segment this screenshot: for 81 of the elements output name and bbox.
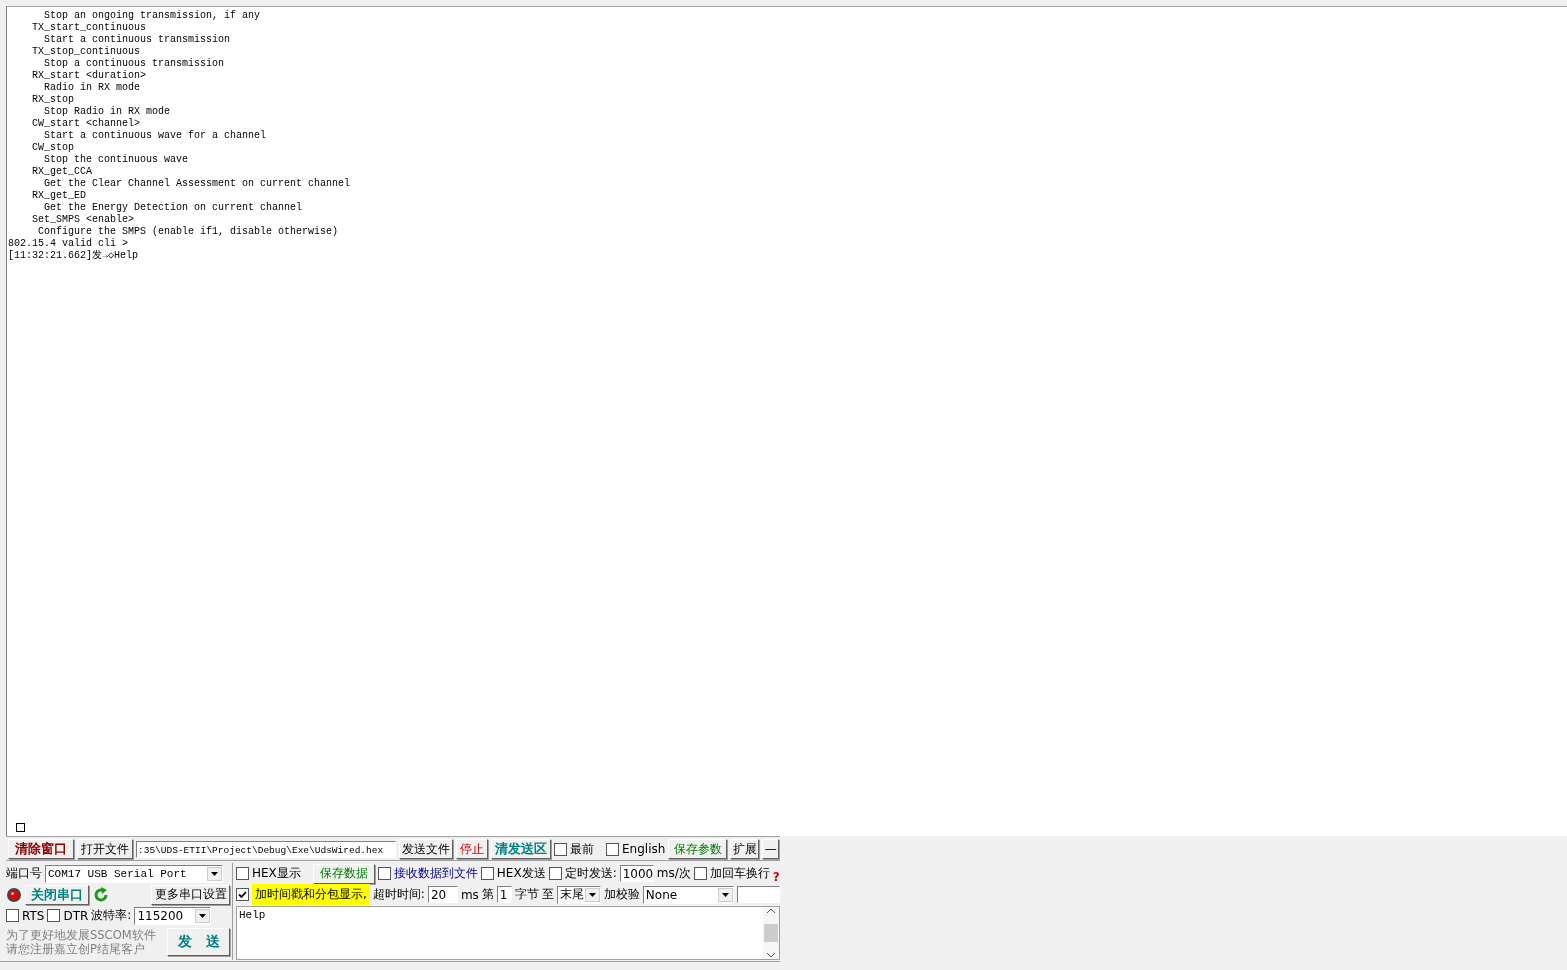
promo-text: 为了更好地发展SSCOM软件	[6, 927, 156, 942]
log-line: Get the Clear Channel Assessment on current channel	[44, 178, 351, 190]
log-line: Set_SMPS <enable>	[32, 214, 135, 226]
checksum-value-field[interactable]	[736, 886, 780, 903]
port-label: 端口号	[6, 865, 42, 882]
timeout-field[interactable]: 20	[427, 886, 458, 903]
help-icon[interactable]: ?	[772, 870, 780, 884]
checksum-select[interactable]: None	[642, 885, 734, 904]
log-line: 802.15.4 valid cli >	[8, 238, 129, 250]
more-port-settings-button[interactable]: 更多串口设置	[151, 884, 230, 905]
log-line: Get the Energy Detection on current channel	[44, 202, 303, 214]
to-label: 至	[541, 886, 554, 903]
checkbox[interactable]	[47, 909, 61, 922]
save-data-button[interactable]: 保存数据	[312, 863, 375, 884]
checkbox-label[interactable]: HEX发送	[496, 865, 546, 882]
checkbox[interactable]	[548, 867, 562, 880]
log-line: Stop Radio in RX mode	[44, 106, 171, 118]
checkbox-label[interactable]: 加回车换行	[709, 865, 770, 882]
checkbox-label[interactable]: 最前	[570, 840, 594, 858]
log-line: Stop a continuous transmission	[44, 58, 225, 70]
open-file-button[interactable]: 打开文件	[77, 839, 133, 859]
checkbox[interactable]	[6, 909, 19, 922]
timeout-unit: ms	[460, 887, 479, 902]
checkbox-label[interactable]: RTS	[22, 908, 45, 923]
clear-window-button[interactable]: 清除窗口	[8, 839, 74, 859]
log-line: [11:32:21.662]发→◇Help	[8, 250, 139, 262]
close-port-button[interactable]: 关闭串口	[25, 884, 89, 905]
interval-field[interactable]: 1000	[619, 865, 654, 882]
log-line: CW_stop	[32, 142, 74, 154]
checkbox-label[interactable]: 接收数据到文件	[393, 865, 478, 882]
checkbox[interactable]	[236, 888, 249, 901]
log-line: Start a continuous transmission	[44, 34, 231, 46]
byte-from-label: 第	[481, 886, 494, 903]
log-line: Stop the continuous wave	[44, 154, 189, 166]
square-icon	[16, 823, 25, 832]
checksum-label: 加校验	[603, 886, 640, 903]
scrollbar-thumb[interactable]	[764, 924, 778, 942]
byte-from-field[interactable]: 1	[496, 886, 512, 903]
checkbox-label[interactable]: DTR	[63, 908, 89, 923]
checkbox-label[interactable]: HEX显示	[252, 865, 301, 882]
log-line: Start a continuous wave for a channel	[44, 130, 267, 142]
checkbox[interactable]	[693, 867, 707, 880]
checkbox[interactable]	[377, 867, 391, 880]
send-button[interactable]: 发 送	[167, 927, 230, 956]
log-line: RX_get_CCA	[32, 166, 92, 178]
send-text-area[interactable]: Help	[236, 906, 780, 960]
log-line: TX_stop_continuous	[32, 46, 141, 58]
record-indicator-icon	[6, 886, 22, 903]
checkbox-label[interactable]: English	[622, 842, 666, 856]
log-line: CW_start <channel>	[32, 118, 141, 130]
timeout-label: 超时时间:	[372, 886, 425, 903]
byte-label: 字节	[514, 886, 539, 903]
checkbox[interactable]	[554, 842, 567, 856]
expand-button[interactable]: 扩展	[730, 839, 760, 859]
checkbox[interactable]	[480, 867, 494, 880]
minimize-button[interactable]: —	[762, 839, 780, 859]
clear-send-button[interactable]: 清发送区	[491, 839, 551, 859]
checkbox[interactable]	[606, 842, 619, 856]
log-line: RX_start <duration>	[32, 70, 147, 82]
log-line: Configure the SMPS (enable if1, disable otherwise)	[38, 226, 339, 238]
refresh-icon[interactable]	[92, 885, 110, 904]
log-line: Stop an ongoing transmission, if any	[44, 10, 261, 22]
checkbox-label[interactable]: 定时发送:	[564, 865, 617, 882]
stop-button[interactable]: 停止	[456, 839, 488, 859]
checkbox-label[interactable]: 加时间戳和分包显示,	[252, 884, 370, 905]
log-line: TX_start_continuous	[32, 22, 147, 34]
log-line: RX_stop	[32, 94, 74, 106]
port-select[interactable]: COM17 USB Serial Port	[45, 864, 223, 883]
log-line: RX_get_ED	[32, 190, 86, 202]
promo-text: 请您注册嘉立创P结尾客户	[6, 941, 146, 956]
file-path-field[interactable]: :35\UDS-ETII\Project\Debug\Exe\UdsWired.hex	[136, 840, 396, 858]
interval-unit: ms/次	[656, 865, 691, 882]
scroll-up-icon[interactable]	[766, 907, 776, 915]
baud-rate-label: 波特率:	[91, 907, 132, 924]
log-line: Radio in RX mode	[44, 82, 140, 94]
send-file-button[interactable]: 发送文件	[399, 839, 453, 859]
byte-to-select[interactable]: 末尾	[556, 885, 601, 904]
save-params-button[interactable]: 保存参数	[668, 839, 728, 859]
checkbox[interactable]	[236, 867, 249, 880]
scroll-down-icon[interactable]	[766, 951, 776, 959]
baud-rate-select[interactable]: 115200	[134, 906, 212, 925]
